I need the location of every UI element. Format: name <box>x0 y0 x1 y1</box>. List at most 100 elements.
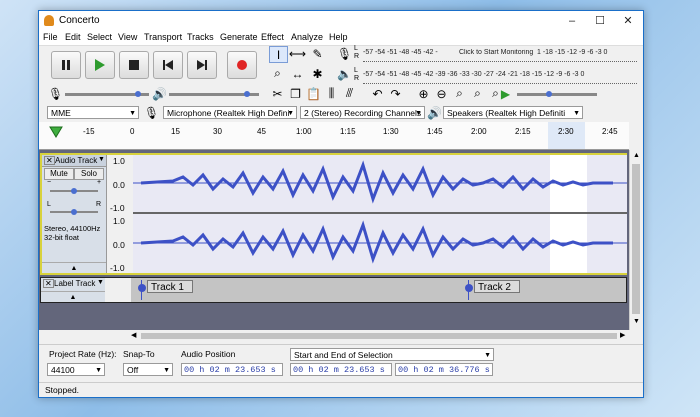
menu-effect[interactable]: Effect <box>261 32 284 42</box>
play-speed-slider[interactable] <box>517 93 597 96</box>
minimize-button[interactable]: – <box>558 11 586 31</box>
trim-icon[interactable]: ⫼ <box>323 86 340 101</box>
vertical-scale[interactable]: 1.0 0.0 -1.0 1.0 0.0 -1.0 <box>106 155 133 273</box>
chevron-down-icon[interactable]: ▼ <box>97 279 104 286</box>
pin-play-head-icon[interactable] <box>49 126 63 138</box>
silence-icon[interactable]: ⫻ <box>341 86 358 101</box>
menu-analyze[interactable]: Analyze <box>291 32 323 42</box>
scroll-right-icon[interactable]: ▶ <box>620 331 625 339</box>
record-icon <box>237 60 247 70</box>
scroll-up-icon[interactable]: ▲ <box>633 152 640 159</box>
horizontal-scrollbar[interactable]: ◀ ▶ <box>131 330 629 342</box>
play-button[interactable] <box>85 51 115 79</box>
menu-transport[interactable]: Transport <box>144 32 182 42</box>
timeline-ruler[interactable]: -15 0 15 30 45 1:00 1:15 1:30 1:45 2:00 … <box>39 122 629 150</box>
collapse-track-icon[interactable]: ▲ <box>41 291 105 303</box>
track-area[interactable]: ✕ Audio Track ▼ Mute Solo − + L R Stereo… <box>39 150 629 330</box>
pause-button[interactable] <box>51 51 81 79</box>
waveform-right-channel[interactable] <box>133 214 627 273</box>
envelope-tool-icon[interactable]: ⟷ <box>289 46 306 61</box>
collapse-track-icon[interactable]: ▲ <box>42 262 106 274</box>
playback-meter-scale[interactable]: -57 -54 -51 -48 -45 -42 -39 -36 -33 -30 … <box>363 71 637 81</box>
label-marker-1[interactable] <box>138 284 146 292</box>
playback-volume-knob[interactable] <box>244 91 250 97</box>
scale-label: -1.0 <box>110 263 125 273</box>
selection-mode-value: Start and End of Selection <box>294 350 393 360</box>
record-meter-scale[interactable]: -57 -54 -51 -48 -45 -42 - <box>363 49 458 59</box>
microphone-icon[interactable]: 🎙 <box>336 46 353 61</box>
label-track-name[interactable]: Label Track <box>54 279 95 288</box>
project-rate-select[interactable]: 44100 ▼ <box>47 363 105 376</box>
selection-mode-select[interactable]: Start and End of Selection ▼ <box>290 348 494 361</box>
scroll-down-icon[interactable]: ▼ <box>633 318 640 325</box>
menu-tracks[interactable]: Tracks <box>187 32 214 42</box>
record-meter-scale-right[interactable]: 1 -18 -15 -12 -9 -6 -3 0 <box>537 49 637 59</box>
playback-meter-line <box>363 83 637 85</box>
vertical-scroll-thumb[interactable] <box>632 164 640 314</box>
label-track-control-panel[interactable]: ✕ Label Track ▼ ▲ <box>41 278 105 302</box>
fit-selection-icon[interactable]: ⌕ <box>451 86 468 101</box>
chevron-down-icon: ▼ <box>129 110 136 117</box>
title-bar: Concerto – ☐ ✕ <box>39 11 643 31</box>
audio-host-select[interactable]: MME ▼ <box>47 106 139 119</box>
multi-tool-icon[interactable]: ✱ <box>309 66 326 81</box>
record-meter-hint[interactable]: Click to Start Monitoring <box>459 49 537 59</box>
playback-device-select[interactable]: Speakers (Realtek High Definiti ▼ <box>443 106 583 119</box>
menu-edit[interactable]: Edit <box>65 32 81 42</box>
chevron-down-icon[interactable]: ▼ <box>98 156 105 163</box>
close-icon[interactable]: ✕ <box>44 156 55 165</box>
play-at-speed-icon[interactable]: ▶ <box>497 86 514 101</box>
audio-track[interactable]: ✕ Audio Track ▼ Mute Solo − + L R Stereo… <box>40 153 627 275</box>
draw-tool-icon[interactable]: ✎ <box>309 46 326 61</box>
track-bitdepth-info: 32-bit float <box>44 233 80 242</box>
menu-file[interactable]: File <box>43 32 58 42</box>
label-track[interactable]: ✕ Label Track ▼ ▲ Track 1 Track 2 <box>40 277 627 303</box>
close-button[interactable]: ✕ <box>614 11 642 31</box>
zoom-out-icon[interactable]: ⊖ <box>433 86 450 101</box>
label-track-2[interactable]: Track 2 <box>474 280 520 293</box>
selection-tool-icon[interactable]: I <box>269 46 288 63</box>
skip-start-button[interactable] <box>153 51 183 79</box>
redo-icon[interactable]: ↷ <box>387 86 404 101</box>
paste-icon[interactable]: 📋 <box>305 86 322 101</box>
waveform-left-channel[interactable] <box>133 155 627 212</box>
snap-to-select[interactable]: Off ▼ <box>123 363 173 376</box>
play-speed-knob[interactable] <box>546 91 552 97</box>
skip-end-button[interactable] <box>187 51 217 79</box>
recording-channels-select[interactable]: 2 (Stereo) Recording Channels ▼ <box>300 106 425 119</box>
horizontal-scroll-thumb[interactable] <box>141 333 617 339</box>
scale-label: 1.0 <box>113 216 125 226</box>
gain-knob[interactable] <box>71 188 77 194</box>
undo-icon[interactable]: ↶ <box>369 86 386 101</box>
selection-start-field[interactable]: 00 h 02 m 23.653 s <box>290 363 392 376</box>
recording-volume-knob[interactable] <box>135 91 141 97</box>
label-marker-2[interactable] <box>465 284 473 292</box>
record-button[interactable] <box>227 51 257 79</box>
close-icon[interactable]: ✕ <box>43 279 54 288</box>
selection-end-field[interactable]: 00 h 02 m 36.776 s <box>395 363 493 376</box>
stop-button[interactable] <box>119 51 149 79</box>
fit-project-icon[interactable]: ⌕ <box>469 86 486 101</box>
scroll-left-icon[interactable]: ◀ <box>131 331 136 339</box>
speaker-icon[interactable]: 🔈 <box>336 66 353 81</box>
menu-select[interactable]: Select <box>87 32 112 42</box>
recording-device-select[interactable]: Microphone (Realtek High Defini ▼ <box>163 106 297 119</box>
pan-knob[interactable] <box>71 209 77 215</box>
audio-track-control-panel[interactable]: ✕ Audio Track ▼ Mute Solo − + L R Stereo… <box>42 155 106 273</box>
menu-help[interactable]: Help <box>329 32 348 42</box>
chevron-down-icon: ▼ <box>95 367 102 374</box>
audio-position-field[interactable]: 00 h 02 m 23.653 s <box>181 363 283 376</box>
zoom-tool-icon[interactable]: ⌕ <box>269 66 286 81</box>
timeshift-tool-icon[interactable]: ↔ <box>289 66 306 81</box>
menu-generate[interactable]: Generate <box>220 32 258 42</box>
vertical-scrollbar[interactable]: ▲ ▼ <box>629 150 643 330</box>
maximize-button[interactable]: ☐ <box>586 11 614 31</box>
cut-icon[interactable]: ✂ <box>269 86 286 101</box>
pan-right-label: R <box>96 201 102 208</box>
zoom-in-icon[interactable]: ⊕ <box>415 86 432 101</box>
copy-icon[interactable]: ❐ <box>287 86 304 101</box>
label-track-1[interactable]: Track 1 <box>147 280 193 293</box>
menu-view[interactable]: View <box>118 32 137 42</box>
project-rate-label: Project Rate (Hz): <box>49 349 117 359</box>
audio-track-name[interactable]: Audio Track <box>55 156 97 165</box>
